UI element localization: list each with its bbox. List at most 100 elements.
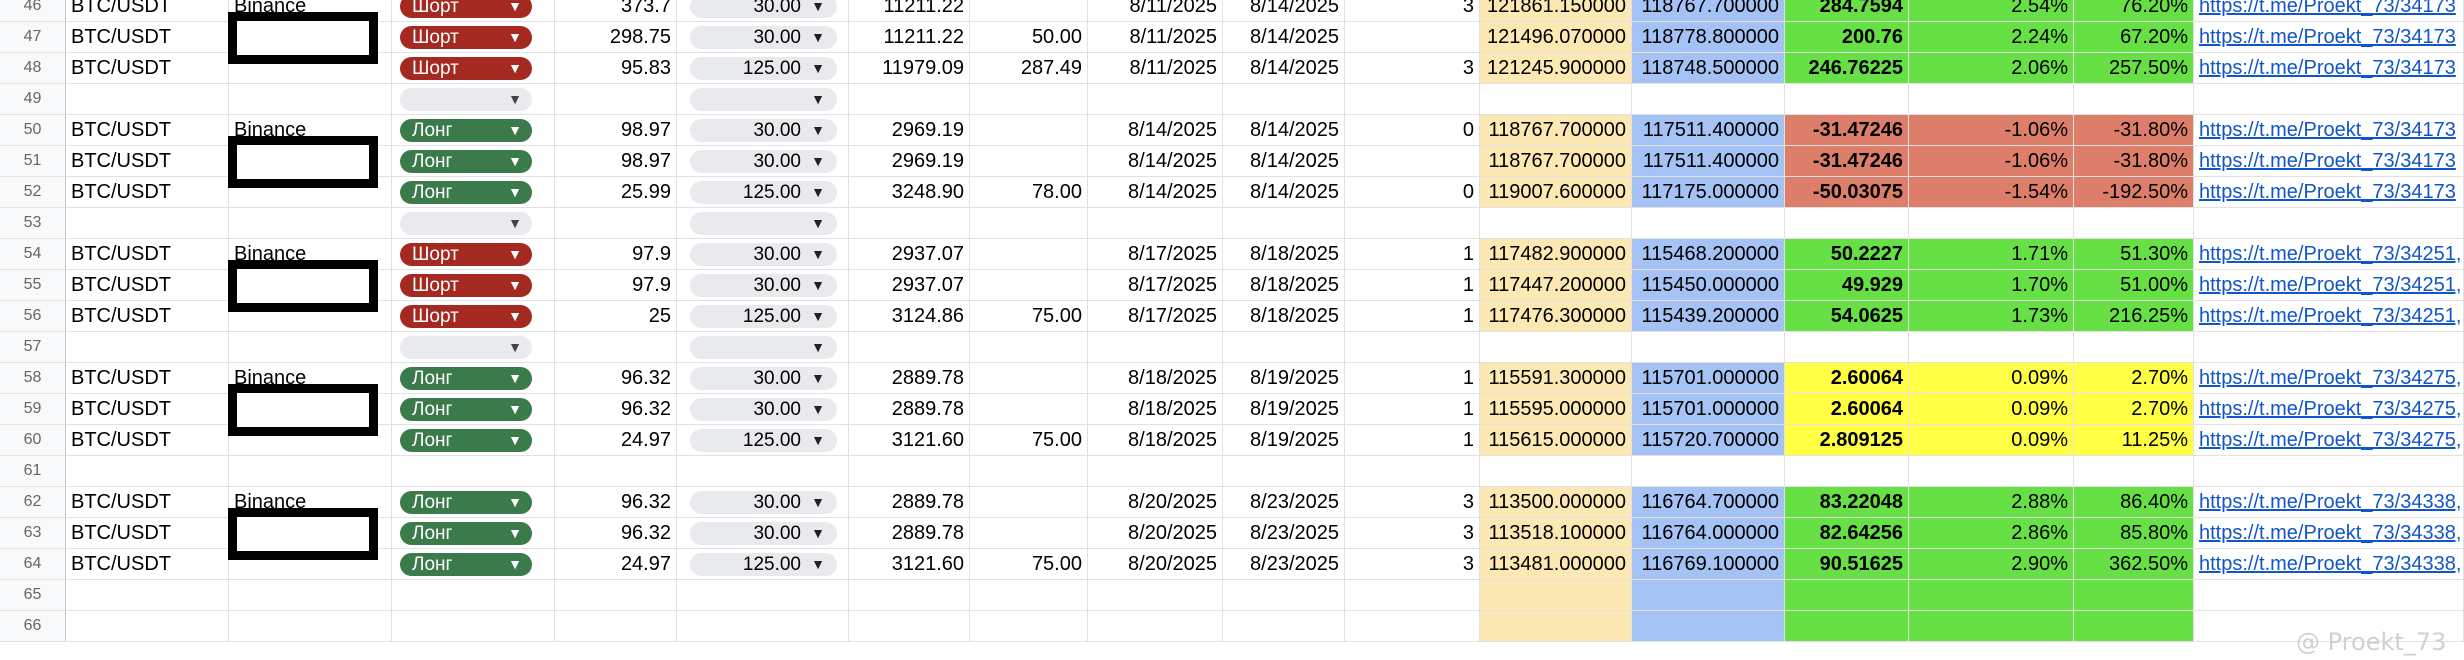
days-cell[interactable]: 3	[1345, 487, 1480, 517]
close-date-cell[interactable]: 8/23/2025	[1223, 487, 1345, 517]
entry-price-cell[interactable]	[1480, 611, 1632, 641]
pnl-cell[interactable]: 90.51625	[1785, 549, 1909, 579]
pair-cell[interactable]: BTC/USDT	[66, 239, 229, 269]
days-cell[interactable]	[1345, 208, 1480, 238]
volume-cell[interactable]	[849, 580, 970, 610]
link-cell[interactable]: https://t.me/Proekt_73/34338,	[2194, 518, 2464, 548]
direction-cell[interactable]: Лонг ▼	[392, 425, 555, 455]
quantity-cell[interactable]: 98.97	[555, 146, 677, 176]
roe-cell[interactable]: 51.00%	[2074, 270, 2194, 300]
pair-cell[interactable]: BTC/USDT	[66, 22, 229, 52]
direction-cell[interactable]: ▼	[392, 208, 555, 238]
link-cell[interactable]: https://t.me/Proekt_73/34275,	[2194, 394, 2464, 424]
days-cell[interactable]: 1	[1345, 239, 1480, 269]
quantity-cell[interactable]	[555, 332, 677, 362]
leverage-dropdown[interactable]: 30.00 ▼	[690, 367, 837, 390]
entry-price-cell[interactable]: 119007.600000	[1480, 177, 1632, 207]
percent-cell[interactable]	[1909, 611, 2074, 641]
quantity-cell[interactable]	[555, 580, 677, 610]
direction-dropdown[interactable]: ▼	[400, 88, 532, 111]
open-date-cell[interactable]	[1088, 580, 1223, 610]
leverage-cell[interactable]: 125.00 ▼	[677, 549, 849, 579]
percent-cell[interactable]: 2.06%	[1909, 53, 2074, 83]
margin-cell[interactable]	[970, 363, 1088, 393]
direction-cell[interactable]: Лонг ▼	[392, 394, 555, 424]
close-date-cell[interactable]: 8/14/2025	[1223, 22, 1345, 52]
direction-dropdown[interactable]: Лонг ▼	[400, 119, 532, 142]
margin-cell[interactable]	[970, 518, 1088, 548]
exit-price-cell[interactable]: 115439.200000	[1632, 301, 1785, 331]
link-cell[interactable]: https://t.me/Proekt_73/34173	[2194, 115, 2464, 145]
pair-cell[interactable]: BTC/USDT	[66, 425, 229, 455]
days-cell[interactable]	[1345, 146, 1480, 176]
direction-cell[interactable]: Лонг ▼	[392, 115, 555, 145]
pair-cell[interactable]	[66, 611, 229, 641]
entry-price-cell[interactable]	[1480, 456, 1632, 486]
exit-price-cell[interactable]: 115720.700000	[1632, 425, 1785, 455]
exit-price-cell[interactable]: 115468.200000	[1632, 239, 1785, 269]
exit-price-cell[interactable]	[1632, 84, 1785, 114]
direction-cell[interactable]: Лонг ▼	[392, 518, 555, 548]
link-cell[interactable]	[2194, 332, 2464, 362]
volume-cell[interactable]: 2969.19	[849, 115, 970, 145]
open-date-cell[interactable]: 8/11/2025	[1088, 53, 1223, 83]
quantity-cell[interactable]: 298.75	[555, 22, 677, 52]
close-date-cell[interactable]	[1223, 208, 1345, 238]
margin-cell[interactable]: 75.00	[970, 425, 1088, 455]
pair-cell[interactable]: BTC/USDT	[66, 0, 229, 21]
direction-dropdown[interactable]: Лонг ▼	[400, 367, 532, 390]
leverage-dropdown[interactable]: ▼	[690, 88, 837, 111]
direction-dropdown[interactable]: Лонг ▼	[400, 429, 532, 452]
exit-price-cell[interactable]: 118778.800000	[1632, 22, 1785, 52]
open-date-cell[interactable]: 8/14/2025	[1088, 115, 1223, 145]
volume-cell[interactable]: 2889.78	[849, 518, 970, 548]
leverage-dropdown[interactable]: 30.00 ▼	[690, 491, 837, 514]
entry-price-cell[interactable]: 117447.200000	[1480, 270, 1632, 300]
roe-cell[interactable]: 51.30%	[2074, 239, 2194, 269]
margin-cell[interactable]	[970, 580, 1088, 610]
percent-cell[interactable]: -1.06%	[1909, 115, 2074, 145]
open-date-cell[interactable]	[1088, 611, 1223, 641]
pair-cell[interactable]	[66, 84, 229, 114]
leverage-dropdown[interactable]: 125.00 ▼	[690, 57, 837, 80]
pair-cell[interactable]: BTC/USDT	[66, 115, 229, 145]
direction-dropdown[interactable]: Шорт ▼	[400, 57, 532, 80]
link-cell[interactable]: https://t.me/Proekt_73/34173	[2194, 0, 2464, 21]
exchange-cell[interactable]	[229, 611, 392, 641]
pair-cell[interactable]	[66, 332, 229, 362]
entry-price-cell[interactable]: 115591.300000	[1480, 363, 1632, 393]
volume-cell[interactable]	[849, 208, 970, 238]
direction-dropdown[interactable]: Лонг ▼	[400, 553, 532, 576]
exit-price-cell[interactable]: 118767.700000	[1632, 0, 1785, 21]
margin-cell[interactable]: 75.00	[970, 549, 1088, 579]
direction-dropdown[interactable]: Лонг ▼	[400, 398, 532, 421]
pnl-cell[interactable]: 200.76	[1785, 22, 1909, 52]
entry-price-cell[interactable]: 113518.100000	[1480, 518, 1632, 548]
close-date-cell[interactable]: 8/14/2025	[1223, 146, 1345, 176]
roe-cell[interactable]	[2074, 208, 2194, 238]
direction-dropdown[interactable]: Шорт ▼	[400, 0, 532, 18]
open-date-cell[interactable]: 8/14/2025	[1088, 177, 1223, 207]
leverage-dropdown[interactable]: 30.00 ▼	[690, 119, 837, 142]
link-cell[interactable]: https://t.me/Proekt_73/34173	[2194, 146, 2464, 176]
pair-cell[interactable]: BTC/USDT	[66, 363, 229, 393]
open-date-cell[interactable]: 8/18/2025	[1088, 425, 1223, 455]
link-cell[interactable]	[2194, 580, 2464, 610]
leverage-cell[interactable]: ▼	[677, 84, 849, 114]
percent-cell[interactable]: 2.90%	[1909, 549, 2074, 579]
exchange-cell[interactable]	[229, 208, 392, 238]
roe-cell[interactable]	[2074, 580, 2194, 610]
roe-cell[interactable]: -31.80%	[2074, 146, 2194, 176]
volume-cell[interactable]	[849, 332, 970, 362]
pair-cell[interactable]: BTC/USDT	[66, 177, 229, 207]
leverage-dropdown[interactable]: 30.00 ▼	[690, 274, 837, 297]
margin-cell[interactable]	[970, 208, 1088, 238]
link-cell[interactable]: https://t.me/Proekt_73/34338,	[2194, 487, 2464, 517]
entry-price-cell[interactable]: 121496.070000	[1480, 22, 1632, 52]
volume-cell[interactable]	[849, 456, 970, 486]
quantity-cell[interactable]: 25.99	[555, 177, 677, 207]
direction-dropdown[interactable]: Лонг ▼	[400, 522, 532, 545]
leverage-dropdown[interactable]: 125.00 ▼	[690, 553, 837, 576]
quantity-cell[interactable]: 24.97	[555, 549, 677, 579]
direction-cell[interactable]: Лонг ▼	[392, 146, 555, 176]
